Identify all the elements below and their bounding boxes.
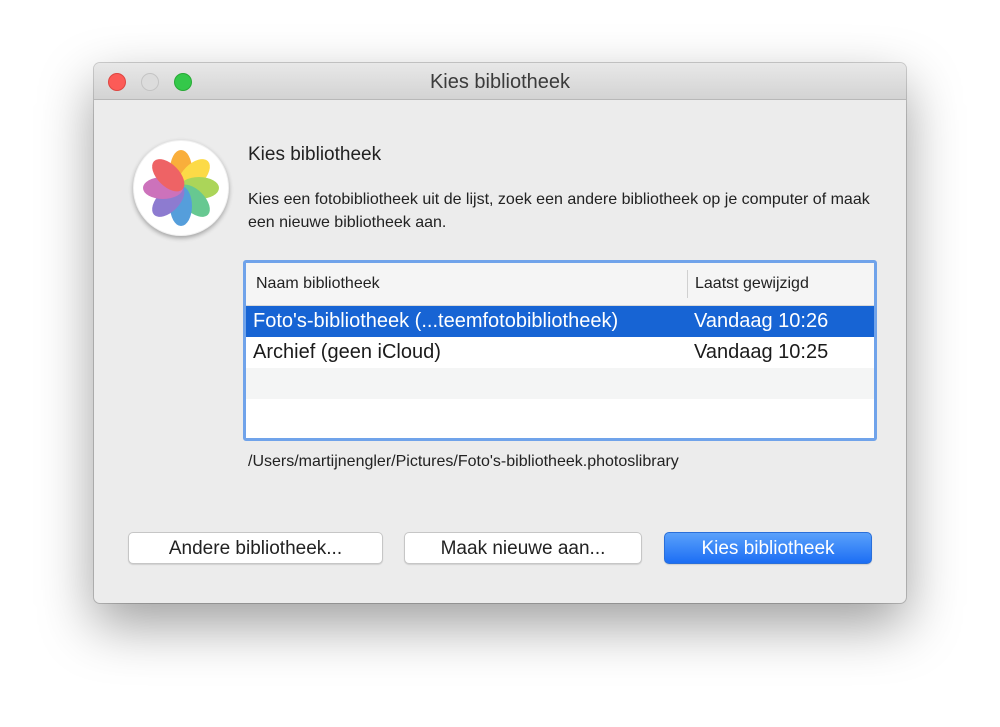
table-row-selected[interactable]: Foto's-bibliotheek (...teemfotobibliothe… [246,306,874,337]
column-header-modified[interactable]: Laatst gewijzigd [695,263,809,305]
row-modified: Vandaag 10:25 [694,341,829,363]
row-name: Foto's-bibliotheek (...teemfotobibliothe… [253,310,619,332]
choose-library-button[interactable]: Kies bibliotheek [664,532,872,564]
column-header-name[interactable]: Naam bibliotheek [256,263,380,305]
column-divider[interactable] [687,270,688,298]
dialog-description: Kies een fotobibliotheek uit de lijst, z… [248,191,870,231]
table-row-empty [246,368,874,399]
row-modified: Vandaag 10:26 [694,310,829,332]
table-row-empty [246,399,874,438]
library-path: /Users/martijnengler/Pictures/Foto's-bib… [248,453,679,470]
window-title: Kies bibliotheek [429,71,571,93]
dialog-heading: Kies bibliotheek [248,144,382,165]
create-new-button[interactable]: Maak nieuwe aan... [404,532,642,564]
table-row[interactable]: Archief (geen iCloud) Vandaag 10:25 [246,337,874,368]
screen: Kies bibliotheek Kies bibliotheek Kies e… [0,0,1000,727]
title-bar[interactable]: Kies bibliotheek [94,63,906,100]
photos-app-icon [133,140,229,236]
row-name: Archief (geen iCloud) [253,341,441,363]
other-library-button[interactable]: Andere bibliotheek... [128,532,383,564]
table-header: Naam bibliotheek Laatst gewijzigd [246,263,874,306]
dialog-window: Kies bibliotheek Kies bibliotheek Kies e… [94,63,906,603]
library-table[interactable]: Naam bibliotheek Laatst gewijzigd Foto's… [243,260,877,441]
